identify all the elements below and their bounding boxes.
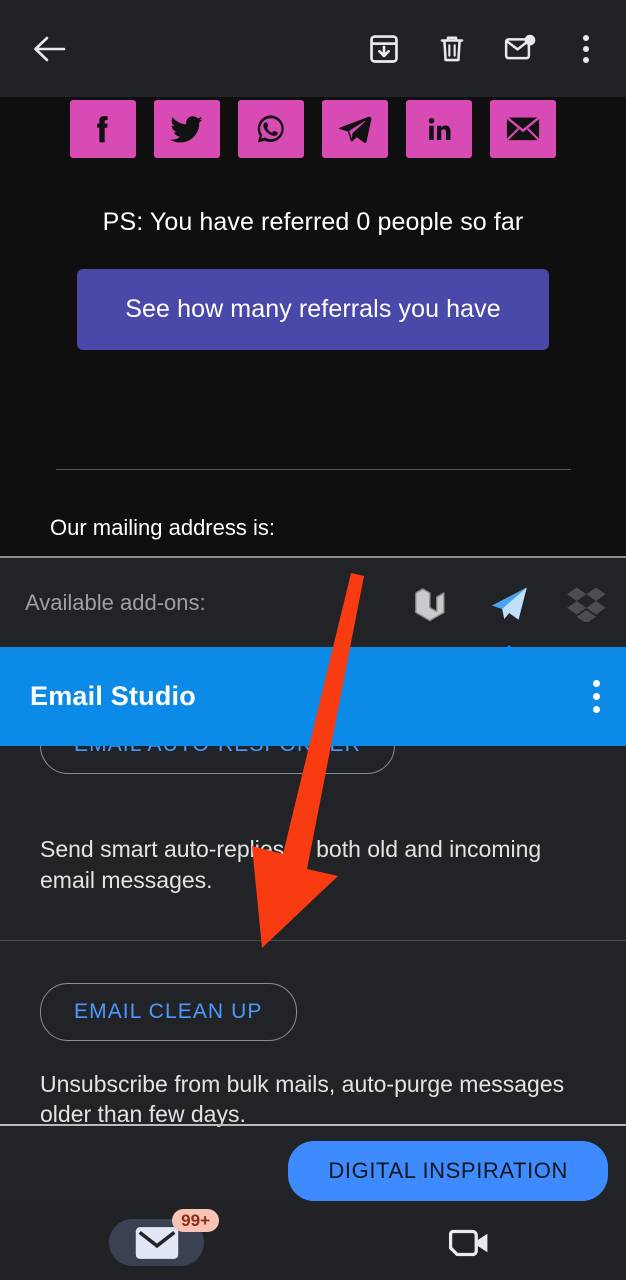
referral-count-text: PS: You have referred 0 people so far	[102, 208, 524, 236]
back-button[interactable]	[22, 22, 76, 76]
addon-bar: Available add-ons:	[0, 558, 626, 647]
mark-unread-icon	[504, 34, 536, 59]
addon-email-studio-button[interactable]	[470, 570, 548, 636]
back-arrow-icon	[34, 36, 66, 61]
kebab-dot	[593, 706, 600, 713]
addon-brand-row: DIGITAL INSPIRATION	[0, 1124, 626, 1216]
mail-unread-badge: 99+	[172, 1209, 219, 1232]
paper-plane-icon	[492, 586, 527, 620]
available-addons-label: Available add-ons:	[25, 589, 206, 615]
video-camera-icon	[448, 1229, 487, 1256]
auto-responder-description: Send smart auto-replies to both old and …	[40, 836, 542, 893]
email-studio-header: Email Studio	[0, 647, 626, 746]
email-auto-responder-button[interactable]: EMAIL AUTO-RESPONDER	[40, 746, 395, 774]
email-studio-card: Email Studio EMAIL AUTO-RESPONDER Send s…	[0, 647, 626, 1130]
auto-responder-section: EMAIL AUTO-RESPONDER Send smart auto-rep…	[0, 746, 626, 941]
bottom-navigation: 99+	[0, 1205, 626, 1280]
share-email-button[interactable]	[490, 100, 556, 158]
top-toolbar	[0, 0, 626, 97]
email-icon	[506, 116, 540, 141]
share-telegram-button[interactable]	[322, 100, 388, 158]
cube-outline-icon	[415, 587, 445, 621]
addon-dropbox-button[interactable]	[548, 570, 626, 636]
toolbar-actions	[350, 19, 626, 79]
delete-icon	[440, 36, 464, 61]
email-divider	[55, 469, 571, 470]
twitter-icon	[170, 116, 203, 143]
digital-inspiration-button[interactable]: DIGITAL INSPIRATION	[288, 1141, 608, 1201]
share-twitter-button[interactable]	[154, 100, 220, 158]
email-message-body[interactable]: PS: You have referred 0 people so far Se…	[0, 97, 626, 556]
share-whatsapp-button[interactable]	[238, 100, 304, 158]
archive-button[interactable]	[350, 19, 418, 79]
nav-item-meet[interactable]	[313, 1205, 626, 1280]
archive-icon	[370, 34, 398, 63]
section-divider	[0, 939, 626, 941]
linkedin-icon	[428, 118, 451, 140]
whatsapp-icon	[257, 115, 284, 143]
email-cleanup-section: EMAIL CLEAN UP Unsubscribe from bulk mai…	[0, 941, 626, 1131]
more-options-icon	[583, 34, 589, 63]
kebab-dot	[593, 693, 600, 700]
mailing-address-label: Our mailing address is:	[50, 515, 275, 540]
email-app-screen: PS: You have referred 0 people so far Se…	[0, 0, 626, 1280]
dropbox-icon	[566, 586, 606, 622]
more-options-button[interactable]	[554, 19, 618, 79]
share-facebook-button[interactable]	[70, 100, 136, 158]
telegram-icon	[339, 116, 372, 143]
auto-responder-button-wrap: EMAIL AUTO-RESPONDER	[0, 746, 626, 806]
social-share-row	[0, 97, 626, 158]
addon-cube-button[interactable]	[392, 570, 470, 636]
email-studio-menu-button[interactable]	[593, 680, 600, 713]
nav-mail-pill: 99+	[109, 1209, 219, 1266]
addon-icon-list	[392, 570, 626, 636]
mark-unread-button[interactable]	[486, 19, 554, 79]
share-linkedin-button[interactable]	[406, 100, 472, 158]
nav-item-mail[interactable]: 99+	[0, 1205, 313, 1280]
facebook-icon	[97, 116, 108, 143]
addon-panel: Available add-ons: Email Studio Send sma…	[0, 556, 626, 1280]
kebab-dot	[593, 680, 600, 687]
email-cleanup-description: Unsubscribe from bulk mails, auto-purge …	[40, 1070, 565, 1128]
email-clean-up-button[interactable]: EMAIL CLEAN UP	[40, 982, 297, 1041]
mail-icon	[135, 1226, 178, 1259]
delete-button[interactable]	[418, 19, 486, 79]
see-referrals-button[interactable]: See how many referrals you have	[77, 269, 549, 350]
email-studio-title: Email Studio	[30, 681, 196, 711]
